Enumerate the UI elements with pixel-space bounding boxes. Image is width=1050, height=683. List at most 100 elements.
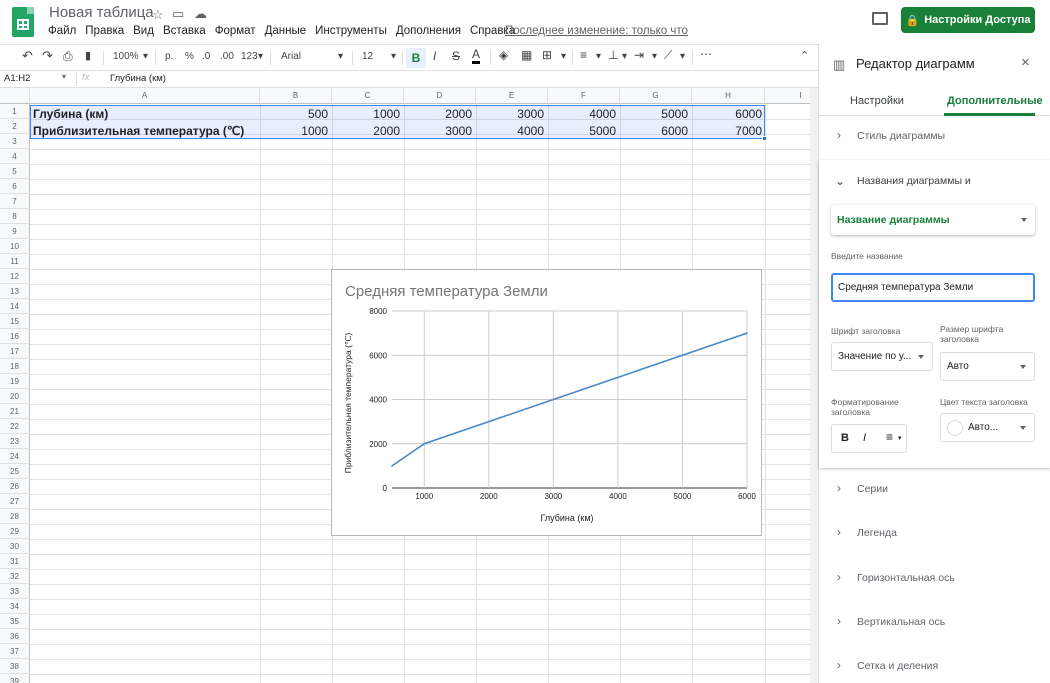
currency-format-button[interactable]: р. xyxy=(165,51,173,62)
last-edit-link[interactable]: Последнее изменение: только что xyxy=(505,25,688,37)
row-header-27[interactable]: 27 xyxy=(0,494,30,509)
menu-file[interactable]: Файл xyxy=(48,25,76,37)
halign-chevron-icon[interactable]: ▾ xyxy=(596,51,601,62)
merge-cells-icon[interactable]: ⊞ xyxy=(542,48,552,62)
title-type-select[interactable]: Название диаграммы xyxy=(831,205,1035,235)
row-header-8[interactable]: 8 xyxy=(0,209,30,224)
cell-d2[interactable]: 3000 xyxy=(404,123,472,139)
row-header-2[interactable]: 2 xyxy=(0,119,30,134)
col-header-i[interactable]: I xyxy=(765,88,810,104)
row-header-38[interactable]: 38 xyxy=(0,659,30,674)
chart-title[interactable]: Средняя температура Земли xyxy=(345,283,548,300)
name-box-chevron-icon[interactable]: ▾ xyxy=(62,72,66,81)
cell-g1[interactable]: 5000 xyxy=(620,106,688,122)
font-size-chevron-icon[interactable]: ▾ xyxy=(391,51,396,62)
cell-b2[interactable]: 1000 xyxy=(260,123,328,139)
increase-decimal-button[interactable]: .00 xyxy=(220,51,234,62)
strikethrough-button[interactable]: S xyxy=(452,49,460,63)
cell-g2[interactable]: 6000 xyxy=(620,123,688,139)
vertical-scrollbar[interactable] xyxy=(810,88,818,683)
section-horizontal-axis[interactable]: › Горизонтальная ось xyxy=(819,570,1050,592)
close-icon[interactable]: × xyxy=(1021,54,1030,71)
col-header-c[interactable]: C xyxy=(332,88,404,104)
row-header-12[interactable]: 12 xyxy=(0,269,30,284)
menu-addons[interactable]: Дополнения xyxy=(396,25,461,37)
x-axis-label[interactable]: Глубина (км) xyxy=(541,513,594,523)
title-italic-button[interactable]: I xyxy=(863,432,866,444)
move-folder-icon[interactable]: ▭ xyxy=(172,6,184,22)
chevron-down-icon[interactable]: ⌄ xyxy=(835,174,845,188)
col-header-a[interactable]: A xyxy=(30,88,260,104)
paint-format-icon[interactable]: ▮ xyxy=(85,49,91,62)
zoom-chevron-down-icon[interactable]: ▾ xyxy=(143,51,148,62)
row-header-33[interactable]: 33 xyxy=(0,584,30,599)
tab-setup[interactable]: Настройки xyxy=(850,95,904,107)
document-title[interactable]: Новая таблица xyxy=(49,4,154,21)
row-header-18[interactable]: 18 xyxy=(0,359,30,374)
cell-d1[interactable]: 2000 xyxy=(404,106,472,122)
section-gridlines[interactable]: › Сетка и деления xyxy=(819,658,1050,680)
row-header-28[interactable]: 28 xyxy=(0,509,30,524)
vertical-align-icon[interactable]: ⊥ xyxy=(608,48,618,62)
cell-h1[interactable]: 6000 xyxy=(694,106,762,122)
chart-container[interactable]: Средняя температура Земли Глубина (км) П… xyxy=(331,269,762,536)
row-header-3[interactable]: 3 xyxy=(0,134,30,149)
row-header-30[interactable]: 30 xyxy=(0,539,30,554)
row-header-31[interactable]: 31 xyxy=(0,554,30,569)
row-header-4[interactable]: 4 xyxy=(0,149,30,164)
cell-e1[interactable]: 3000 xyxy=(476,106,544,122)
font-size-select[interactable]: Авто xyxy=(940,352,1035,381)
row-header-29[interactable]: 29 xyxy=(0,524,30,539)
more-options-icon[interactable]: ⋯ xyxy=(700,47,712,61)
row-header-21[interactable]: 21 xyxy=(0,404,30,419)
redo-icon[interactable]: ↷ xyxy=(42,48,53,64)
title-color-select[interactable]: Авто... xyxy=(940,413,1035,442)
title-text-input[interactable]: Средняя температура Земли xyxy=(831,273,1035,302)
text-wrap-icon[interactable]: ⇥ xyxy=(634,48,644,62)
horizontal-align-icon[interactable]: ≡ xyxy=(580,48,587,62)
row-header-32[interactable]: 32 xyxy=(0,569,30,584)
borders-icon[interactable]: ▦ xyxy=(521,48,532,62)
row-header-5[interactable]: 5 xyxy=(0,164,30,179)
row-header-16[interactable]: 16 xyxy=(0,329,30,344)
row-header-19[interactable]: 19 xyxy=(0,374,30,389)
row-header-20[interactable]: 20 xyxy=(0,389,30,404)
row-header-7[interactable]: 7 xyxy=(0,194,30,209)
more-formats-button[interactable]: 123 xyxy=(241,51,258,62)
col-header-g[interactable]: G xyxy=(620,88,692,104)
cell-f1[interactable]: 4000 xyxy=(548,106,616,122)
col-header-b[interactable]: B xyxy=(260,88,332,104)
row-header-15[interactable]: 15 xyxy=(0,314,30,329)
menu-format[interactable]: Формат xyxy=(215,25,256,37)
decrease-decimal-button[interactable]: .0 xyxy=(202,51,210,62)
section-chart-style[interactable]: › Стиль диаграммы xyxy=(819,128,1050,154)
cell-a2[interactable]: Приблизительная температура (℃) xyxy=(33,123,244,139)
merge-chevron-icon[interactable]: ▾ xyxy=(561,51,566,62)
section-vertical-axis[interactable]: › Вертикальная ось xyxy=(819,614,1050,636)
font-chevron-down-icon[interactable]: ▾ xyxy=(338,51,343,62)
percent-format-button[interactable]: % xyxy=(185,51,194,62)
text-color-button[interactable]: A xyxy=(472,48,481,64)
text-rotation-icon[interactable]: ⟋ xyxy=(664,48,672,63)
menu-edit[interactable]: Правка xyxy=(85,25,124,37)
section-series[interactable]: › Серии xyxy=(819,481,1050,503)
title-bold-button[interactable]: B xyxy=(841,432,849,444)
formula-input[interactable]: Глубина (км) xyxy=(110,73,166,84)
font-select[interactable]: Значение по у... xyxy=(831,342,933,371)
row-header-35[interactable]: 35 xyxy=(0,614,30,629)
more-formats-chevron-icon[interactable]: ▾ xyxy=(258,51,263,62)
row-header-34[interactable]: 34 xyxy=(0,599,30,614)
row-header-23[interactable]: 23 xyxy=(0,434,30,449)
row-header-26[interactable]: 26 xyxy=(0,479,30,494)
wrap-chevron-icon[interactable]: ▾ xyxy=(652,51,657,62)
cell-c1[interactable]: 1000 xyxy=(332,106,400,122)
row-header-11[interactable]: 11 xyxy=(0,254,30,269)
cell-b1[interactable]: 500 xyxy=(260,106,328,122)
col-header-h[interactable]: H xyxy=(692,88,765,104)
tab-customize[interactable]: Дополнительные xyxy=(947,95,1043,107)
menu-insert[interactable]: Вставка xyxy=(163,25,206,37)
row-header-9[interactable]: 9 xyxy=(0,224,30,239)
section-legend[interactable]: › Легенда xyxy=(819,525,1050,547)
row-header-37[interactable]: 37 xyxy=(0,644,30,659)
row-header-10[interactable]: 10 xyxy=(0,239,30,254)
